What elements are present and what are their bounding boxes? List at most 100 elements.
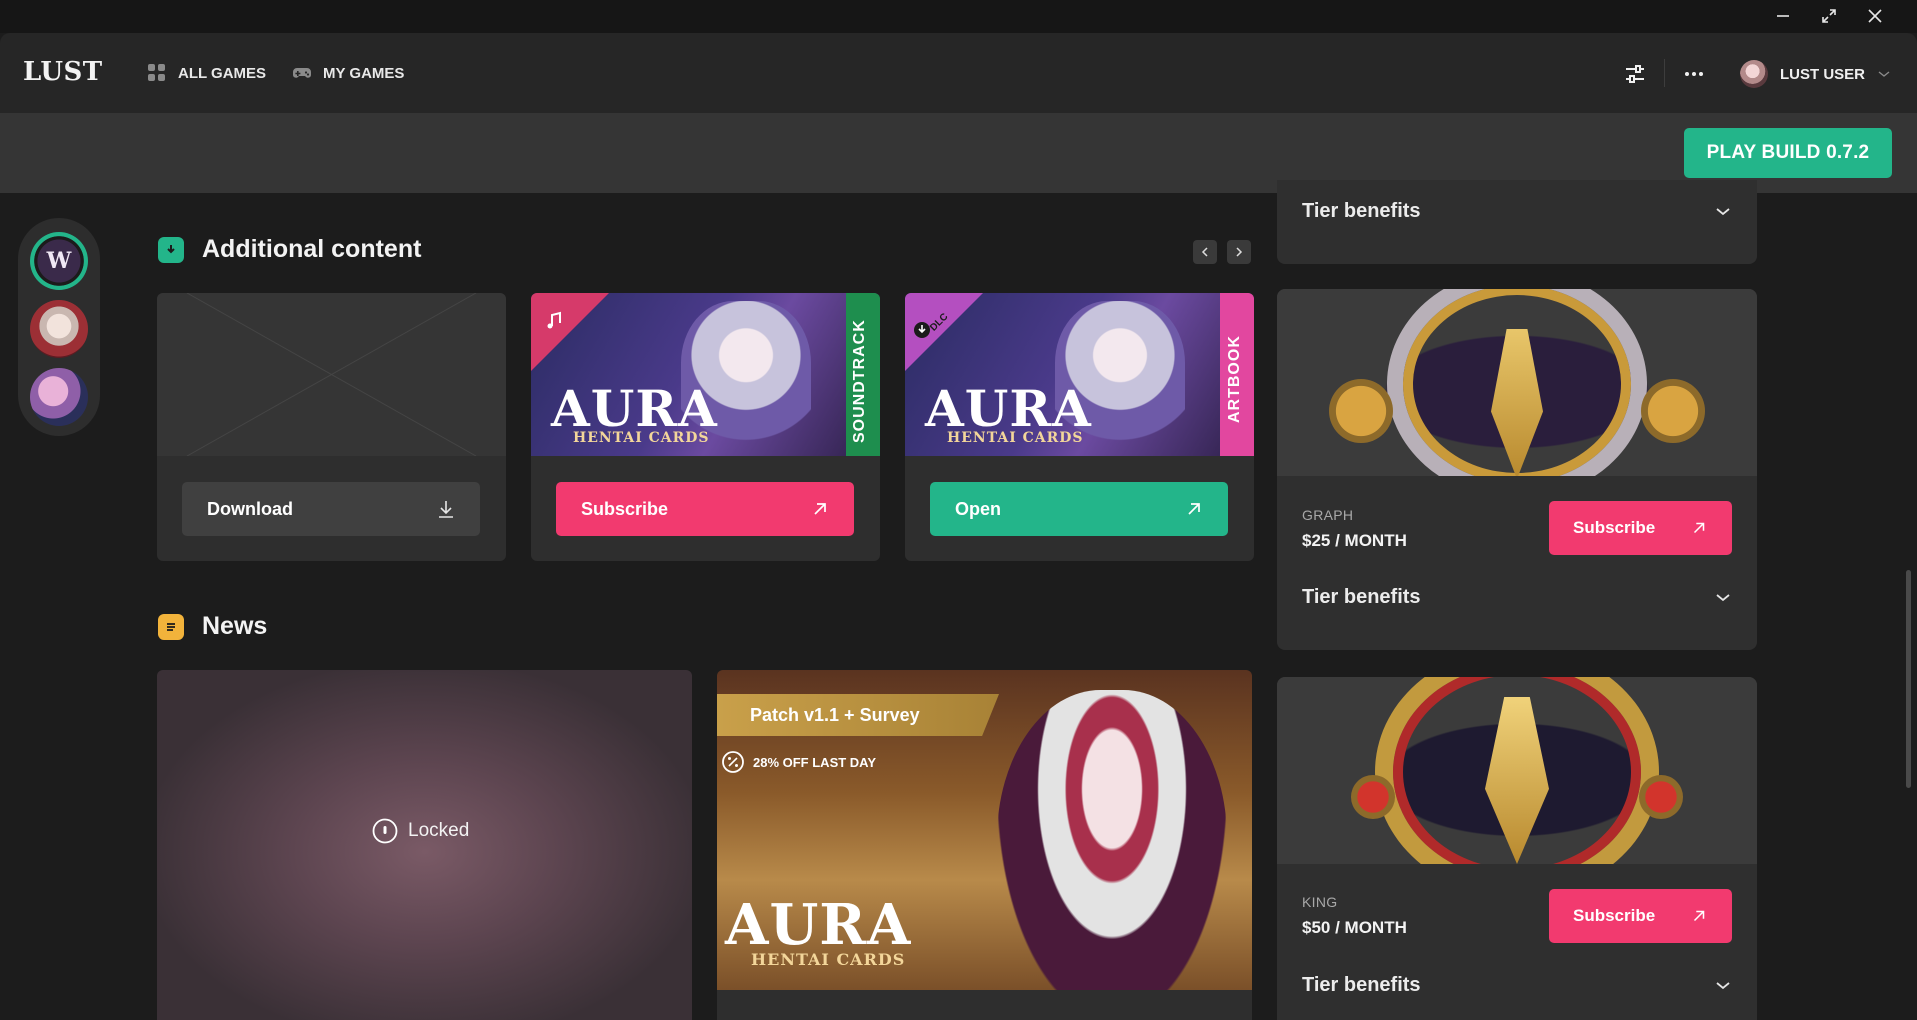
promo-label: 28% OFF LAST DAY	[753, 754, 877, 770]
download-box-icon	[158, 236, 184, 263]
tier-benefits-toggle[interactable]: Tier benefits	[1302, 200, 1732, 223]
aura-logo: AURA	[725, 892, 912, 958]
open-button[interactable]: Open	[930, 482, 1228, 536]
game-thumb-letter-icon: W	[46, 248, 72, 274]
music-note-icon	[547, 311, 561, 329]
emblem-gem-left	[1351, 775, 1395, 819]
king-tier-emblem	[1277, 677, 1757, 864]
app-window: LUST ALL GAMES MY GAMES LUST USER PLAY B…	[0, 0, 1917, 1020]
chevron-right-icon	[1236, 247, 1243, 257]
carousel-next-button[interactable]	[1227, 240, 1251, 264]
aura-logo-subtitle: HENTAI CARDS	[751, 950, 906, 969]
news-title: News	[202, 612, 268, 640]
tier-subscribe-button[interactable]: Subscribe	[1549, 501, 1732, 555]
top-navigation: LUST ALL GAMES MY GAMES LUST USER	[0, 33, 1917, 113]
chevron-left-icon	[1201, 247, 1208, 257]
user-menu[interactable]: LUST USER	[1740, 59, 1891, 89]
window-titlebar	[0, 0, 1917, 33]
subscribe-button[interactable]: Subscribe	[556, 482, 854, 536]
chevron-down-icon	[1716, 207, 1730, 215]
additional-content-title: Additional content	[202, 235, 422, 263]
tier-subscribe-button[interactable]: Subscribe	[1549, 889, 1732, 943]
news-card-patch[interactable]: Patch v1.1 + Survey 28% OFF LAST DAY AUR…	[717, 670, 1252, 1020]
news-card-footer	[717, 990, 1252, 1020]
content-card-artbook: DLC AURA HENTAI CARDS ARTBOOK Open	[905, 293, 1254, 561]
nav-all-games[interactable]: ALL GAMES	[146, 61, 266, 85]
game-switcher: W	[18, 218, 100, 436]
placeholder-cross-icon	[186, 293, 477, 456]
tier-subscribe-label: Subscribe	[1573, 518, 1656, 537]
header-divider	[1664, 59, 1665, 87]
grid-icon	[148, 64, 165, 81]
scrollbar-thumb[interactable]	[1906, 570, 1911, 788]
game-thumb-2[interactable]	[30, 300, 88, 358]
patch-banner-label: Patch v1.1 + Survey	[750, 705, 920, 725]
percent-badge-icon	[722, 751, 744, 773]
tier-price: $25 / MONTH	[1302, 531, 1407, 550]
tier-card-graph: GRAPH $25 / MONTH Subscribe Tier benefit…	[1277, 289, 1757, 650]
tier-benefits-label: Tier benefits	[1302, 200, 1421, 222]
avatar	[1740, 60, 1768, 88]
promo-badge: 28% OFF LAST DAY	[721, 750, 876, 774]
side-tag-label: SOUNDTRACK	[851, 319, 868, 443]
artbook-cover-image: DLC AURA HENTAI CARDS ARTBOOK	[905, 293, 1254, 456]
side-tag-label: ARTBOOK	[1226, 335, 1243, 423]
tier-benefits-toggle[interactable]: Tier benefits	[1302, 974, 1732, 997]
locked-indicator: Locked	[372, 818, 469, 844]
tier-subscribe-label: Subscribe	[1573, 906, 1656, 925]
content-card-download: Download	[157, 293, 506, 561]
newspaper-icon	[158, 613, 184, 640]
graph-tier-emblem	[1277, 289, 1757, 476]
arrow-up-right-icon	[814, 503, 826, 515]
play-build-button[interactable]: PLAY BUILD 0.7.2	[1684, 128, 1892, 178]
download-button-label: Download	[207, 498, 293, 519]
patch-banner: Patch v1.1 + Survey	[717, 694, 999, 736]
chevron-down-icon	[1716, 981, 1730, 989]
aura-logo-subtitle: HENTAI CARDS	[947, 430, 1084, 446]
emblem-medallion-right	[1641, 379, 1705, 443]
side-tag-artbook: ARTBOOK	[1220, 293, 1254, 456]
corner-ribbon	[531, 293, 609, 371]
download-button[interactable]: Download	[182, 482, 480, 536]
tier-card-king: KING $50 / MONTH Subscribe Tier benefits	[1277, 677, 1757, 1020]
chevron-down-icon	[1878, 71, 1890, 77]
nav-my-games[interactable]: MY GAMES	[291, 61, 404, 85]
arrow-up-right-icon	[1693, 522, 1705, 534]
more-options-icon[interactable]	[1680, 61, 1708, 87]
tier-benefits-label: Tier benefits	[1302, 974, 1421, 996]
soundtrack-cover-image: AURA HENTAI CARDS SOUNDTRACK	[531, 293, 880, 456]
open-button-label: Open	[955, 498, 1002, 519]
arrow-up-right-icon	[1188, 503, 1200, 515]
aura-logo-subtitle: HENTAI CARDS	[573, 430, 710, 446]
game-thumb-3[interactable]	[30, 368, 88, 426]
side-tag-soundtrack: SOUNDTRACK	[846, 293, 880, 456]
news-card-locked[interactable]: Locked	[157, 670, 692, 1020]
user-name: LUST USER	[1780, 65, 1866, 83]
demon-character-art	[997, 690, 1227, 1020]
content-card-soundtrack: AURA HENTAI CARDS SOUNDTRACK Subscribe	[531, 293, 880, 561]
image-placeholder	[157, 293, 506, 456]
minimize-icon[interactable]	[1760, 2, 1806, 30]
gamepad-icon	[293, 68, 311, 78]
tier-card-top: Tier benefits	[1277, 180, 1757, 264]
close-icon[interactable]	[1852, 2, 1898, 30]
emblem-gem-right	[1639, 775, 1683, 819]
settings-sliders-icon[interactable]	[1622, 61, 1648, 87]
news-heading: News	[158, 612, 267, 641]
game-thumb-active[interactable]: W	[30, 232, 88, 290]
locked-label: Locked	[408, 820, 470, 841]
app-logo[interactable]: LUST	[23, 57, 103, 87]
nav-my-games-label: MY GAMES	[323, 64, 405, 82]
tier-name: GRAPH	[1302, 507, 1354, 523]
chevron-down-icon	[1716, 593, 1730, 601]
carousel-prev-button[interactable]	[1193, 240, 1217, 264]
additional-content-heading: Additional content	[158, 235, 421, 264]
tier-name: KING	[1302, 894, 1338, 910]
download-circle-icon	[914, 322, 930, 338]
arrow-up-right-icon	[1693, 910, 1705, 922]
nav-all-games-label: ALL GAMES	[178, 64, 267, 82]
emblem-medallion-left	[1329, 379, 1393, 443]
tier-benefits-toggle[interactable]: Tier benefits	[1302, 586, 1732, 609]
maximize-icon[interactable]	[1806, 2, 1852, 30]
subscribe-button-label: Subscribe	[581, 498, 669, 519]
